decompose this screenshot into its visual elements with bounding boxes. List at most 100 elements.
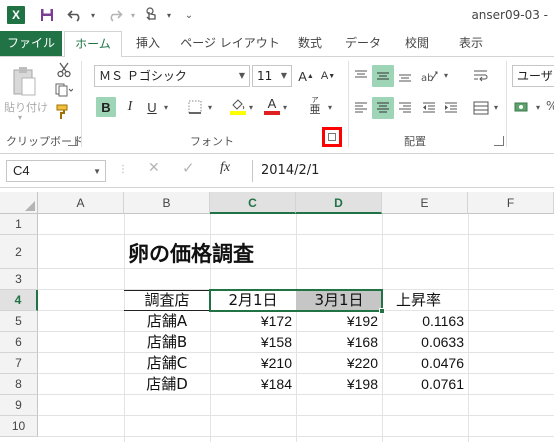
top-align-icon[interactable] — [350, 65, 372, 87]
undo-icon[interactable] — [66, 6, 84, 24]
mar-price-cell[interactable]: ¥220 — [296, 353, 378, 374]
column-header-b[interactable]: B — [124, 192, 210, 214]
sheet-title-cell[interactable]: 卵の価格調査 — [128, 238, 254, 268]
tab-insert[interactable]: 挿入 — [128, 31, 168, 56]
column-header-d[interactable]: D — [296, 192, 382, 214]
column-header-e[interactable]: E — [382, 192, 468, 214]
borders-dropdown-icon[interactable]: ▾ — [208, 103, 212, 112]
row-header-2[interactable]: 2 — [0, 235, 38, 269]
feb-price-cell[interactable]: ¥210 — [210, 353, 292, 374]
clipboard-launcher-icon[interactable] — [68, 136, 78, 146]
middle-align-icon[interactable] — [372, 65, 394, 87]
align-left-icon[interactable] — [350, 97, 372, 119]
confirm-entry-icon[interactable]: ✓ — [182, 159, 195, 177]
row-header-1[interactable]: 1 — [0, 214, 38, 235]
tab-page-layout[interactable]: ページ レイアウト — [180, 31, 280, 56]
touch-mode-icon[interactable] — [142, 6, 160, 24]
cancel-entry-icon[interactable]: ✕ — [148, 160, 160, 176]
name-box[interactable]: C4 ▼ — [6, 160, 106, 182]
wrap-text-icon[interactable] — [470, 65, 492, 87]
touch-dropdown-icon[interactable]: ▾ — [160, 6, 178, 24]
rate-cell[interactable]: 0.1163 — [382, 311, 464, 332]
redo-dropdown-icon[interactable]: ▾ — [124, 6, 142, 24]
fill-color-dropdown-icon[interactable]: ▾ — [249, 103, 253, 112]
phonetic-icon[interactable]: ア亜 — [304, 95, 326, 117]
column-header-f[interactable]: F — [468, 192, 554, 214]
alignment-launcher-icon[interactable] — [494, 136, 504, 146]
rate-cell[interactable]: 0.0476 — [382, 353, 464, 374]
insert-function-icon[interactable]: fx — [220, 160, 230, 176]
font-name-select[interactable]: ＭＳ Ｐゴシック ▼ — [94, 65, 250, 87]
mar-price-cell[interactable]: ¥198 — [296, 374, 378, 395]
tab-file[interactable]: ファイル — [0, 31, 62, 56]
row-header-8[interactable]: 8 — [0, 374, 38, 395]
bottom-align-icon[interactable] — [394, 65, 416, 87]
store-name-cell[interactable]: 店舗C — [124, 353, 210, 374]
underline-button[interactable]: U — [142, 97, 162, 117]
align-right-icon[interactable] — [394, 97, 416, 119]
mar-price-cell[interactable]: ¥168 — [296, 332, 378, 353]
merge-center-icon[interactable] — [470, 97, 492, 119]
header-cell-increase-rate[interactable]: 上昇率 — [382, 290, 468, 311]
cut-icon[interactable] — [54, 61, 74, 79]
tab-formulas[interactable]: 数式 — [290, 31, 330, 56]
font-size-select[interactable]: 11 ▼ — [252, 65, 292, 87]
grow-font-icon[interactable]: A ▲ — [296, 67, 316, 85]
fill-color-icon[interactable] — [228, 95, 248, 117]
store-name-cell[interactable]: 店舗D — [124, 374, 210, 395]
feb-price-cell[interactable]: ¥158 — [210, 332, 292, 353]
decrease-indent-icon[interactable] — [418, 97, 440, 119]
tab-home[interactable]: ホーム — [64, 31, 122, 57]
phonetic-dropdown-icon[interactable]: ▾ — [328, 103, 332, 112]
paste-label[interactable]: 貼り付け — [4, 99, 48, 115]
column-header-a[interactable]: A — [38, 192, 124, 214]
tab-data[interactable]: データ — [340, 31, 386, 56]
align-center-icon[interactable] — [372, 97, 394, 119]
mar-price-cell[interactable]: ¥192 — [296, 311, 378, 332]
feb-price-cell[interactable]: ¥172 — [210, 311, 292, 332]
currency-dropdown-icon[interactable]: ▾ — [536, 103, 540, 112]
rate-cell[interactable]: 0.0761 — [382, 374, 464, 395]
orientation-icon[interactable]: ab — [418, 65, 442, 87]
column-header-c[interactable]: C — [210, 192, 296, 214]
font-color-icon[interactable]: A — [262, 95, 282, 117]
redo-icon[interactable] — [106, 6, 124, 24]
paste-icon[interactable] — [10, 65, 38, 99]
bold-button[interactable]: B — [96, 97, 116, 117]
select-all-corner[interactable] — [0, 192, 38, 214]
currency-format-icon[interactable] — [512, 97, 534, 117]
save-icon[interactable] — [38, 6, 56, 24]
row-header-10[interactable]: 10 — [0, 416, 38, 437]
row-header-4[interactable]: 4 — [0, 290, 38, 311]
merge-dropdown-icon[interactable]: ▾ — [494, 103, 498, 112]
row-header-3[interactable]: 3 — [0, 269, 38, 290]
row-header-9[interactable]: 9 — [0, 395, 38, 416]
format-painter-icon[interactable] — [54, 103, 74, 121]
number-format-select[interactable]: ユーザー — [512, 65, 554, 87]
window-title: anser09-03 - — [471, 8, 548, 22]
increase-indent-icon[interactable] — [440, 97, 462, 119]
store-name-cell[interactable]: 店舗A — [124, 311, 210, 332]
italic-button[interactable]: I — [120, 97, 140, 117]
header-cell-store[interactable]: 調査店 — [124, 290, 210, 311]
feb-price-cell[interactable]: ¥184 — [210, 374, 292, 395]
store-name-cell[interactable]: 店舗B — [124, 332, 210, 353]
tab-review[interactable]: 校閲 — [396, 31, 438, 56]
orientation-dropdown-icon[interactable]: ▾ — [444, 71, 448, 80]
tab-view[interactable]: 表示 — [450, 31, 492, 56]
underline-dropdown-icon[interactable]: ▾ — [164, 103, 168, 112]
row-header-5[interactable]: 5 — [0, 311, 38, 332]
percent-icon[interactable]: % — [546, 99, 554, 113]
borders-icon[interactable] — [184, 97, 206, 117]
font-dialog-launcher-button[interactable] — [322, 127, 342, 147]
formula-input[interactable]: 2014/2/1 — [252, 160, 554, 182]
paste-dropdown-icon[interactable]: ▾ — [18, 113, 22, 122]
copy-icon[interactable] — [52, 81, 76, 99]
undo-dropdown-icon[interactable]: ▾ — [84, 6, 102, 24]
row-header-7[interactable]: 7 — [0, 353, 38, 374]
rate-cell[interactable]: 0.0633 — [382, 332, 464, 353]
shrink-font-icon[interactable]: A ▼ — [318, 67, 338, 85]
row-header-6[interactable]: 6 — [0, 332, 38, 353]
customize-qat-icon[interactable]: ⌄ — [180, 6, 198, 24]
font-color-dropdown-icon[interactable]: ▾ — [283, 103, 287, 112]
